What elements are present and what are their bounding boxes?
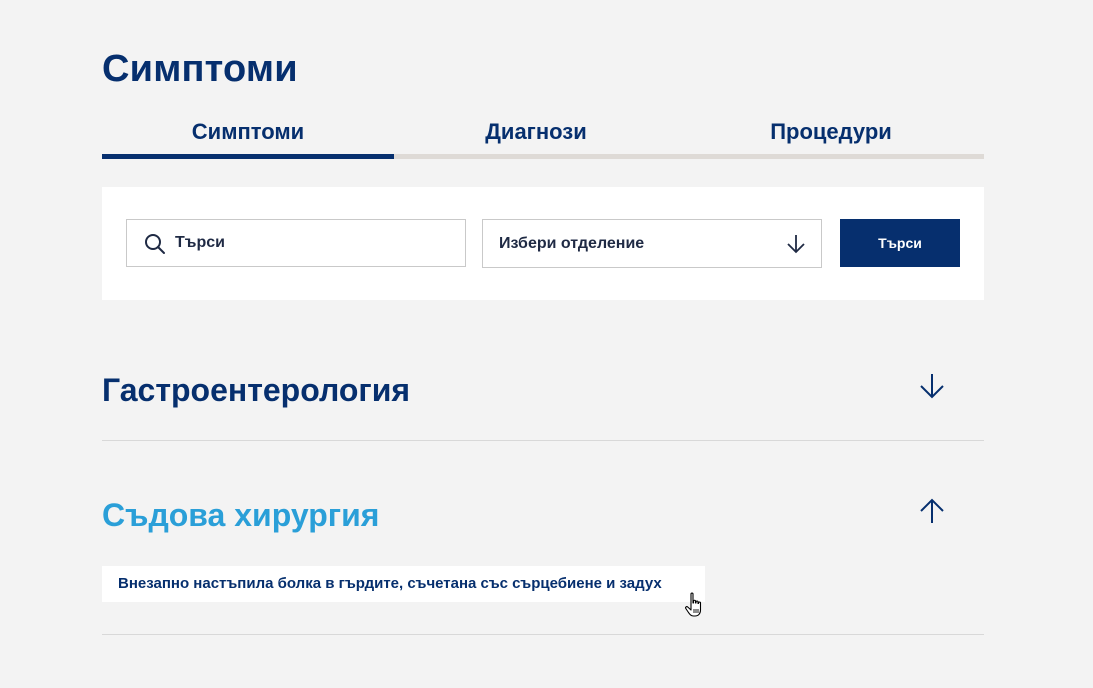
accordion-vascular-surgery[interactable]: Съдова хирургия [102, 497, 984, 534]
department-select-label: Избери отделение [499, 235, 645, 252]
section-divider [102, 634, 984, 635]
search-field[interactable] [126, 219, 466, 267]
search-button[interactable]: Търси [840, 219, 960, 267]
tab-symptoms[interactable]: Симптоми [102, 116, 394, 159]
section-divider [102, 440, 984, 441]
symptom-link[interactable]: Внезапно настъпила болка в гърдите, съче… [102, 566, 705, 602]
page-title: Симптоми [102, 48, 298, 90]
tab-bar: Симптоми Диагнози Процедури [102, 116, 984, 159]
accordion-gastroenterology[interactable]: Гастроентерология [102, 372, 984, 409]
section-title: Гастроентерология [102, 372, 411, 408]
search-input[interactable] [175, 220, 455, 266]
department-select[interactable]: Избери отделение [482, 219, 822, 268]
hand-pointer-icon [685, 592, 702, 617]
tab-diagnoses[interactable]: Диагнози [394, 116, 678, 159]
tab-procedures[interactable]: Процедури [678, 116, 984, 159]
section-title: Съдова хирургия [102, 497, 380, 533]
arrow-up-icon[interactable] [918, 497, 946, 525]
arrow-down-icon [787, 235, 805, 254]
arrow-down-icon[interactable] [918, 372, 946, 400]
search-icon [145, 234, 165, 254]
search-panel: Избери отделение Търси [102, 187, 984, 300]
